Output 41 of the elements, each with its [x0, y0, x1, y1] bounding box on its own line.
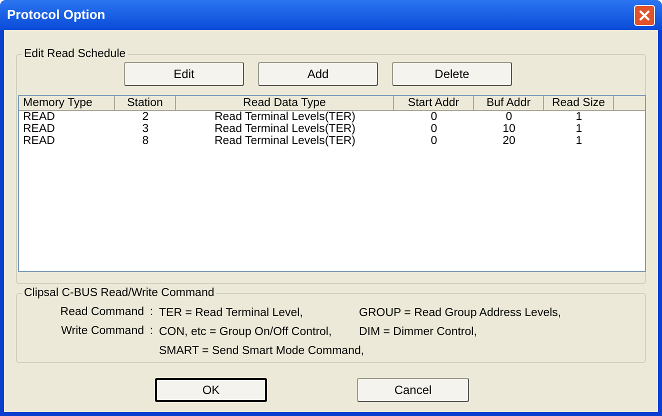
- column-header[interactable]: Read Data Type: [176, 96, 394, 111]
- table-cell-text: 10: [502, 123, 516, 135]
- command-label: Read Command: [60, 306, 144, 318]
- command-description: TER = Read Terminal Level,: [159, 306, 304, 320]
- table-cell-text: 0: [430, 111, 438, 123]
- command-description: CON, etc = Group On/Off Control,: [159, 324, 333, 340]
- toolbar-button[interactable]: Delete: [392, 62, 512, 86]
- command-description: GROUP = Read Group Address Levels,: [359, 306, 562, 320]
- table-cell-text: READ: [22, 111, 56, 123]
- table-cell-text: 1: [574, 123, 584, 135]
- table-cell-text: 0: [430, 123, 438, 135]
- dialog-button[interactable]: Cancel: [357, 378, 469, 402]
- table-cell-text: Read Terminal Levels(TER): [213, 111, 357, 123]
- table-cell-text: Read Terminal Levels(TER): [213, 135, 357, 147]
- table-cell-text: 2: [141, 111, 150, 123]
- command-description: DIM = Dimmer Control,: [359, 324, 477, 340]
- table-cell-text: 20: [502, 135, 516, 147]
- toolbar-button[interactable]: Edit: [124, 62, 244, 86]
- table-cell-text: READ: [22, 135, 56, 147]
- table-cell-text: 0: [430, 135, 438, 147]
- table-cell-text: 1: [574, 135, 584, 147]
- close-icon: [639, 10, 650, 20]
- dialog-button[interactable]: OK: [155, 378, 267, 402]
- toolbar-button[interactable]: Add: [258, 62, 378, 86]
- column-header[interactable]: Read Size: [544, 96, 614, 111]
- column-header[interactable]: Buf Addr: [474, 96, 544, 111]
- table-cell-text: 1: [574, 111, 584, 123]
- table-cell-text: 0: [504, 111, 514, 123]
- column-header[interactable]: Start Addr: [394, 96, 474, 111]
- column-header[interactable]: Memory Type: [19, 96, 115, 111]
- table-cell-text: Read Terminal Levels(TER): [213, 123, 357, 135]
- table-cell-text: 3: [141, 123, 150, 135]
- column-header[interactable]: Station: [115, 96, 176, 111]
- group-title: Clipsal C-BUS Read/Write Command: [22, 285, 216, 301]
- close-button[interactable]: [634, 4, 655, 26]
- command-label: Write Command: [61, 324, 144, 337]
- separator-colon: :: [150, 306, 154, 318]
- table-cell-text: READ: [22, 123, 56, 135]
- table-cell-text: 8: [141, 135, 150, 147]
- window-title: Protocol Option: [7, 6, 106, 24]
- separator-colon: :: [150, 324, 154, 337]
